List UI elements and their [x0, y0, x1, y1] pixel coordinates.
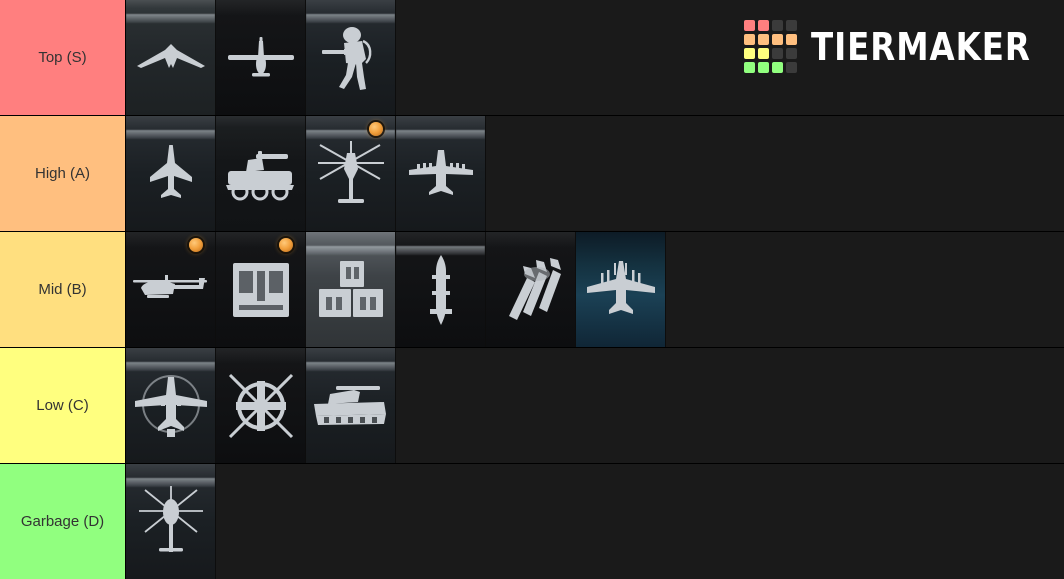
tier-item-utility-helicopter[interactable] [126, 232, 216, 347]
tier-label[interactable]: Low (C) [0, 348, 126, 463]
drone-icon [216, 0, 305, 115]
tier-item-main-battle-tank[interactable] [306, 348, 396, 463]
tier-rows-container: Top (S) High (A) Mid (B) Low (C) Garbage (D) [0, 0, 1064, 579]
cas-aircraft-icon [126, 348, 215, 463]
tier-item-infantry-soldier[interactable] [306, 0, 396, 115]
radar-emblem-icon [216, 348, 305, 463]
tier-item-stealth-bomber[interactable] [126, 0, 216, 115]
tiermaker-wordmark: TIERMAKER [810, 24, 1031, 69]
tier-item-reconnaissance-drone[interactable] [216, 0, 306, 115]
tier-item-cluster-bombs[interactable] [486, 232, 576, 347]
scout-helicopter-icon [126, 464, 215, 579]
logo-cell-3-2 [771, 62, 783, 73]
aa-vehicle-icon [216, 116, 305, 231]
logo-cell-3-3 [785, 62, 797, 73]
tiermaker-watermark: TIERMAKER [743, 20, 1042, 73]
logo-cell-1-0 [743, 34, 755, 45]
tier-label[interactable]: Garbage (D) [0, 464, 126, 579]
tier-item-ground-attack-jet[interactable] [576, 232, 666, 347]
item-badge-icon [189, 238, 203, 252]
tier-item-fighter-jet[interactable] [126, 116, 216, 231]
logo-cell-3-1 [757, 62, 769, 73]
tier-row: High (A) [0, 116, 1064, 232]
utility-helicopter-icon [126, 232, 215, 347]
attack-jet-icon [576, 232, 665, 347]
logo-cell-1-2 [771, 34, 783, 45]
tier-item-supply-crate-stack[interactable] [306, 232, 396, 347]
tier-item-attack-helicopter[interactable] [306, 116, 396, 231]
tier-row: Mid (B) [0, 232, 1064, 348]
tier-item-guided-missile[interactable] [396, 232, 486, 347]
tier-row: Garbage (D) [0, 464, 1064, 579]
logo-cell-1-3 [785, 34, 797, 45]
tier-items[interactable] [126, 232, 1064, 347]
tier-label[interactable]: Mid (B) [0, 232, 126, 347]
fighter-jet-icon [126, 116, 215, 231]
item-badge-icon [279, 238, 293, 252]
tier-label[interactable]: High (A) [0, 116, 126, 231]
tier-row: Low (C) [0, 348, 1064, 464]
crate-stack-icon [306, 232, 395, 347]
logo-cell-2-2 [771, 48, 783, 59]
tank-icon [306, 348, 395, 463]
logo-cell-1-1 [757, 34, 769, 45]
stealth-bomber-icon [126, 0, 215, 115]
tier-item-scout-helicopter[interactable] [126, 464, 216, 579]
logo-cell-0-0 [743, 20, 755, 31]
tier-item-transport-aircraft[interactable] [396, 116, 486, 231]
logo-cell-0-2 [771, 20, 783, 31]
tier-items[interactable] [126, 348, 1064, 463]
item-badge-icon [369, 122, 383, 136]
logo-cell-3-0 [743, 62, 755, 73]
bombs-icon [486, 232, 575, 347]
logo-cell-0-1 [757, 20, 769, 31]
logo-cell-2-3 [785, 48, 797, 59]
tier-items[interactable] [126, 116, 1064, 231]
tier-item-supply-crate[interactable] [216, 232, 306, 347]
tier-list-board: TIERMAKER Top (S) High (A) Mid (B) Low (C) G… [0, 0, 1064, 579]
logo-cell-0-3 [785, 20, 797, 31]
supply-crate-icon [216, 232, 305, 347]
tier-item-close-air-support-aircraft[interactable] [126, 348, 216, 463]
attack-helicopter-icon [306, 116, 395, 231]
tier-label[interactable]: Top (S) [0, 0, 126, 115]
logo-cell-2-1 [757, 48, 769, 59]
transport-plane-icon [396, 116, 485, 231]
soldier-icon [306, 0, 395, 115]
logo-cell-2-0 [743, 48, 755, 59]
tier-item-anti-air-vehicle[interactable] [216, 116, 306, 231]
missile-icon [396, 232, 485, 347]
tiermaker-grid-logo-icon [743, 20, 797, 73]
tier-items[interactable] [126, 464, 1064, 579]
tier-item-radar-emblem[interactable] [216, 348, 306, 463]
